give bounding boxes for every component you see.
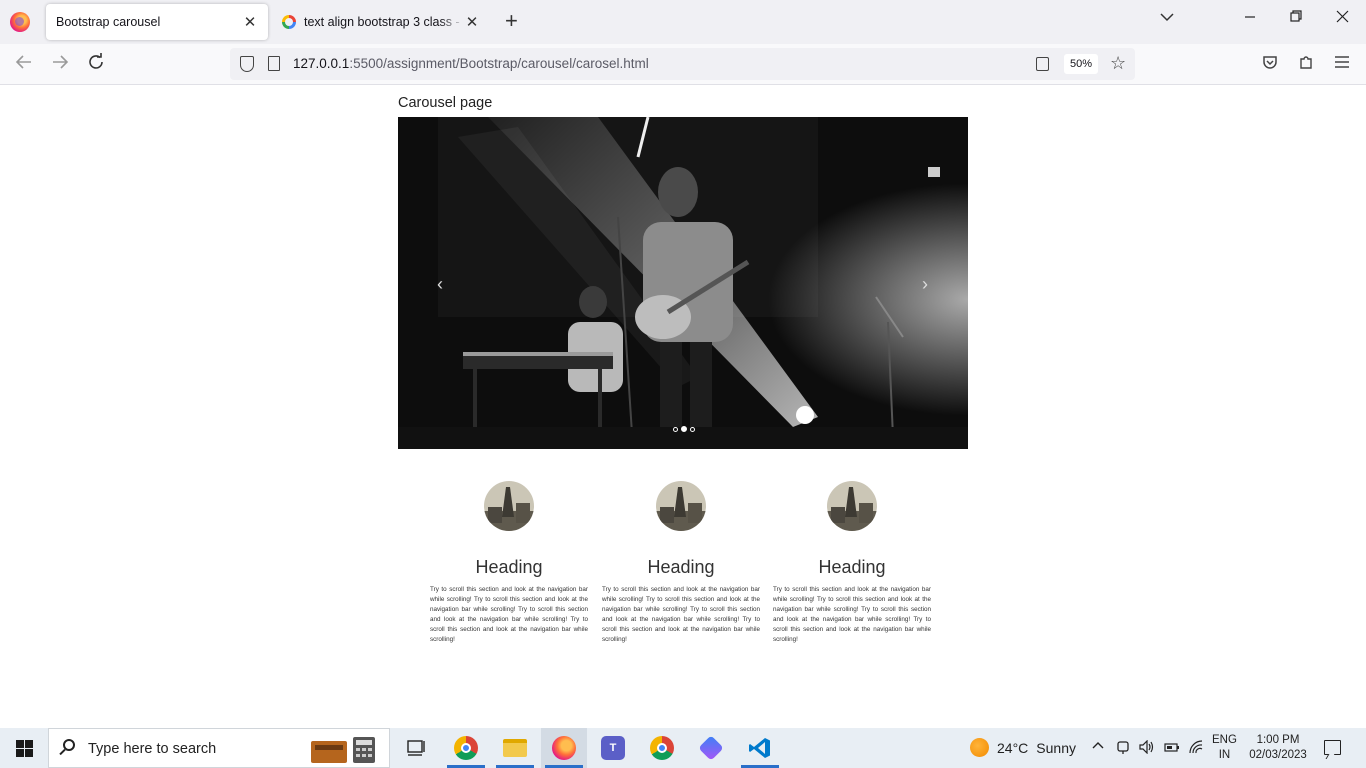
feature-text: Try to scroll this section and look at t… [773,586,931,643]
weather-description: Sunny [1036,739,1076,756]
tracking-protection-shield-icon[interactable] [240,56,254,72]
language-code: ENG [1212,734,1237,746]
reload-icon[interactable] [87,53,105,76]
system-clock[interactable]: 1:00 PM 02/03/2023 [1246,733,1310,763]
carousel-indicator-2[interactable] [681,426,687,432]
close-tab-icon[interactable]: ✕ [464,13,480,31]
page-info-icon[interactable] [268,56,280,71]
feature-thumbnail-image [827,481,877,531]
carousel-indicator-3[interactable] [690,426,695,432]
volume-speaker-icon[interactable] [1139,739,1154,757]
reader-view-icon[interactable] [1036,57,1049,71]
close-tab-icon[interactable]: ✕ [242,13,258,31]
pocket-icon[interactable] [1262,54,1278,75]
tab-title: Bootstrap carousel [56,15,161,29]
carousel-prev-chevron-icon[interactable]: ‹ [437,274,443,295]
zoom-level-badge[interactable]: 50% [1064,54,1099,74]
carousel-indicator-1[interactable] [673,426,678,432]
tab-title: text align bootstrap 3 class - Google Se… [304,15,464,29]
tab-google-search[interactable]: text align bootstrap 3 class - Google Se… [272,4,490,40]
google-favicon-icon [282,15,296,29]
carousel-indicators [673,426,695,432]
restore-icon[interactable] [1290,10,1303,29]
firefox-taskbar-icon[interactable] [541,728,587,768]
forward-arrow-icon[interactable] [51,53,69,76]
browser-navigation-bar: 127.0.0.1:5500/assignment/Bootstrap/caro… [0,44,1366,85]
firefox-logo-icon[interactable] [10,12,30,32]
region-code: IN [1218,749,1231,761]
feature-heading: Heading [475,557,543,577]
windows-start-icon[interactable] [16,740,33,757]
task-view-icon[interactable] [393,728,439,768]
close-window-icon[interactable] [1336,10,1349,29]
feature-heading: Heading [818,557,886,577]
feature-thumbnail-image [484,481,534,531]
feature-column-1: Heading Try to scroll this section and l… [430,481,588,645]
browser-tab-strip: Bootstrap carousel ✕ text align bootstra… [0,0,1366,44]
search-highlight-illustration-icon [311,737,375,763]
new-tab-plus-icon[interactable]: + [505,10,518,32]
teams-icon[interactable]: T [590,728,636,768]
weather-temperature: 24°C [997,739,1029,756]
input-language-indicator[interactable]: ENG IN [1212,733,1237,763]
hamburger-menu-icon[interactable] [1334,54,1350,75]
feature-text: Try to scroll this section and look at t… [602,586,760,643]
chrome-taskbar-icon[interactable] [443,728,489,768]
minimize-icon[interactable] [1244,10,1256,29]
extensions-puzzle-icon[interactable] [1298,54,1314,75]
battery-icon[interactable] [1164,740,1180,757]
meet-now-camera-icon[interactable] [1116,740,1130,757]
address-bar[interactable]: 127.0.0.1:5500/assignment/Bootstrap/caro… [230,48,1135,80]
weather-widget[interactable]: 24°C Sunny [970,738,1076,757]
copilot-hexagon-icon[interactable] [688,728,734,768]
feature-column-2: Heading Try to scroll this section and l… [602,481,760,645]
url-text[interactable]: 127.0.0.1:5500/assignment/Bootstrap/caro… [293,56,649,71]
notifications-icon[interactable] [1324,740,1341,755]
tab-bootstrap-carousel[interactable]: Bootstrap carousel ✕ [46,4,268,40]
vscode-icon[interactable] [737,728,783,768]
wifi-network-icon[interactable] [1188,740,1204,757]
file-explorer-icon[interactable] [492,728,538,768]
back-arrow-icon[interactable] [15,53,33,76]
show-hidden-icons-chevron-icon[interactable] [1092,740,1104,755]
sun-weather-icon [970,738,989,757]
carousel-next-chevron-icon[interactable]: › [922,274,928,295]
list-all-tabs-chevron-icon[interactable] [1160,10,1174,29]
feature-thumbnail-image [656,481,706,531]
page-title: Carousel page [398,95,493,111]
feature-text: Try to scroll this section and look at t… [430,586,588,643]
feature-column-3: Heading Try to scroll this section and l… [773,481,931,645]
url-host: 127.0.0.1 [293,56,350,71]
url-path: :5500/assignment/Bootstrap/carousel/caro… [349,56,649,71]
windows-taskbar: Type here to search T 24°C Sunny ENG IN … [0,728,1366,768]
clock-date: 02/03/2023 [1249,749,1307,761]
clock-time: 1:00 PM [1256,734,1300,746]
chrome-profile-icon[interactable] [639,728,685,768]
carousel-slide-image [398,117,968,449]
bookmark-star-icon[interactable]: ☆ [1110,53,1126,74]
taskbar-search-box[interactable]: Type here to search [48,728,390,768]
carousel[interactable]: ‹ › [398,117,968,449]
feature-heading: Heading [647,557,715,577]
search-placeholder: Type here to search [88,741,217,757]
search-icon [63,739,75,751]
